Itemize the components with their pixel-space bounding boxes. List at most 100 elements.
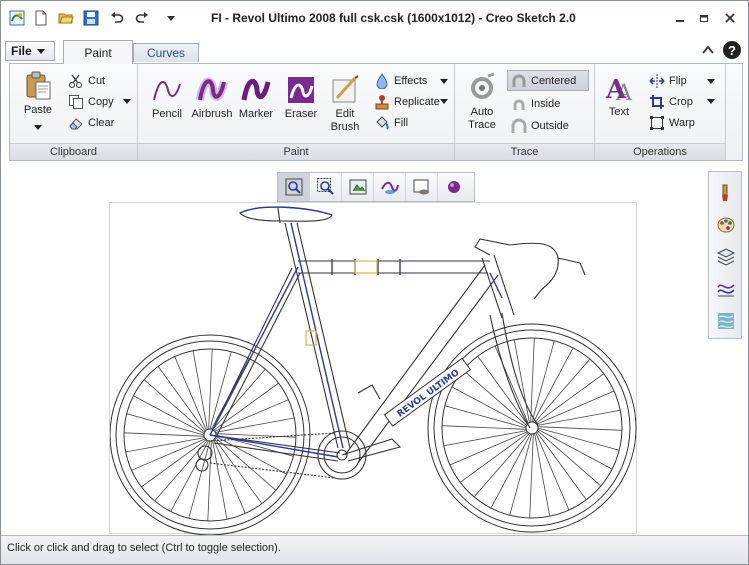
open-icon[interactable] — [56, 8, 76, 28]
display-style-button[interactable] — [406, 173, 438, 201]
effects-dropdown-arrow[interactable] — [440, 79, 448, 84]
file-menu-button[interactable]: File — [5, 41, 55, 61]
auto-trace-button[interactable]: Auto Trace — [463, 72, 501, 132]
refit-view-button[interactable] — [374, 173, 406, 201]
inside-option[interactable]: Inside — [511, 95, 560, 113]
bicycle-sketch[interactable]: REVOL ULTIMO — [109, 203, 638, 536]
save-icon[interactable] — [81, 8, 101, 28]
centered-option[interactable]: Centered — [511, 72, 576, 90]
seat-tube-highlight — [290, 222, 344, 449]
customize-dropdown-icon[interactable] — [161, 8, 181, 28]
wheel-spoke — [442, 425, 527, 430]
paste-dropdown-arrow[interactable] — [34, 125, 42, 130]
drawing-canvas[interactable]: REVOL ULTIMO — [2, 163, 707, 536]
zoom-fit-icon — [285, 178, 302, 196]
tab-curves[interactable]: Curves — [133, 43, 199, 62]
close-icon[interactable] — [719, 9, 741, 27]
fill-button[interactable]: Fill — [374, 114, 408, 132]
zoom-in-icon — [316, 178, 334, 195]
wheel-spoke — [537, 426, 622, 431]
title-bar: FI - Revol Ultimo 2008 full csk.csk (160… — [1, 1, 748, 35]
color-palette-icon — [717, 217, 735, 233]
window-title: FI - Revol Ultimo 2008 full csk.csk (160… — [211, 11, 576, 25]
undo-icon[interactable] — [107, 8, 127, 28]
flip-button[interactable]: Flip — [649, 72, 687, 90]
layers-icon — [716, 248, 736, 266]
centered-label: Centered — [531, 75, 577, 87]
flip-dropdown-arrow[interactable] — [707, 79, 715, 84]
cut-button[interactable]: Cut — [68, 72, 105, 90]
operations-group: AA Text Flip Crop Warp Operations — [595, 64, 726, 160]
text-label: Text — [608, 106, 630, 118]
restore-icon[interactable] — [693, 9, 715, 27]
replicate-button[interactable]: Replicate — [374, 93, 440, 111]
redo-icon[interactable] — [132, 8, 152, 28]
copy-button[interactable]: Copy — [68, 93, 114, 111]
eraser-button[interactable]: Eraser — [281, 74, 321, 121]
marker-button[interactable]: Marker — [236, 74, 276, 121]
new-icon[interactable] — [31, 8, 51, 28]
auto-trace-label-1: Auto — [470, 106, 494, 118]
crop-icon — [650, 95, 664, 109]
edit-brush-label-1: Edit — [335, 108, 355, 120]
wheel-spoke — [443, 430, 527, 447]
color-mode-button[interactable] — [438, 173, 470, 201]
replicate-label: Replicate — [394, 96, 440, 108]
copy-dropdown-arrow[interactable] — [123, 99, 131, 104]
display-style-icon — [413, 179, 429, 195]
front-tire-outer — [427, 323, 637, 533]
layers-button[interactable] — [713, 244, 739, 270]
outside-option[interactable]: Outside — [511, 117, 569, 135]
minimize-icon[interactable] — [669, 9, 691, 27]
pencil-label: Pencil — [152, 108, 182, 120]
operations-group-label: Operations — [595, 143, 725, 160]
status-bar: Click or click and drag to select (Ctrl … — [1, 535, 748, 564]
wheel-spoke — [188, 440, 211, 519]
wheel-spoke — [208, 349, 213, 430]
app-window: FI - Revol Ultimo 2008 full csk.csk (160… — [0, 0, 749, 565]
effects-button[interactable]: Effects — [374, 72, 427, 90]
wheel-spoke — [126, 413, 205, 436]
text-button[interactable]: AA Text — [601, 72, 637, 119]
eraser-label: Eraser — [284, 108, 318, 120]
zoom-fit-button[interactable] — [278, 173, 310, 201]
clear-button[interactable]: Clear — [68, 114, 114, 132]
edit-brush-button[interactable]: Edit Brush — [326, 74, 364, 134]
crop-button[interactable]: Crop — [649, 93, 693, 111]
paint-group: Pencil Airbrush Marker Eraser Edit Brush — [138, 64, 455, 160]
curve-styles-button[interactable] — [713, 276, 739, 302]
airbrush-button[interactable]: Airbrush — [190, 74, 234, 121]
textures-button[interactable] — [713, 308, 739, 334]
stamp-icon — [375, 95, 389, 110]
replicate-dropdown-arrow[interactable] — [440, 99, 448, 104]
crop-label: Crop — [669, 96, 693, 108]
warp-button[interactable]: Warp — [649, 114, 695, 132]
status-text: Click or click and drag to select (Ctrl … — [7, 542, 281, 554]
wheel-spoke — [536, 390, 615, 425]
pan-zoom-button[interactable] — [342, 173, 374, 201]
copy-label: Copy — [88, 96, 114, 108]
auto-trace-icon — [471, 72, 495, 99]
paint-group-label: Paint — [138, 143, 454, 160]
pencil-button[interactable]: Pencil — [146, 74, 188, 121]
water-drop-icon — [376, 73, 388, 89]
wheel-spoke — [513, 339, 530, 423]
paste-button[interactable]: Paste — [18, 70, 58, 117]
eraser-icon — [288, 77, 314, 103]
scissors-icon — [69, 74, 82, 88]
wheel-spoke — [537, 409, 621, 426]
tab-paint[interactable]: Paint — [63, 40, 133, 64]
color-palette-button[interactable] — [713, 212, 739, 238]
wheel-spoke — [444, 405, 527, 429]
file-menu-label: File — [11, 44, 32, 58]
sketch-paper[interactable]: REVOL ULTIMO — [109, 202, 638, 536]
marker-label: Marker — [238, 108, 274, 120]
crop-dropdown-arrow[interactable] — [707, 99, 715, 104]
wheel-spoke — [207, 440, 212, 521]
airbrush-label: Airbrush — [191, 108, 233, 120]
collapse-ribbon-icon[interactable] — [701, 43, 715, 57]
help-icon[interactable]: ? — [723, 41, 741, 59]
zoom-in-button[interactable] — [310, 173, 342, 201]
app-icon[interactable] — [7, 8, 27, 28]
brush-palette-button[interactable] — [713, 180, 739, 206]
